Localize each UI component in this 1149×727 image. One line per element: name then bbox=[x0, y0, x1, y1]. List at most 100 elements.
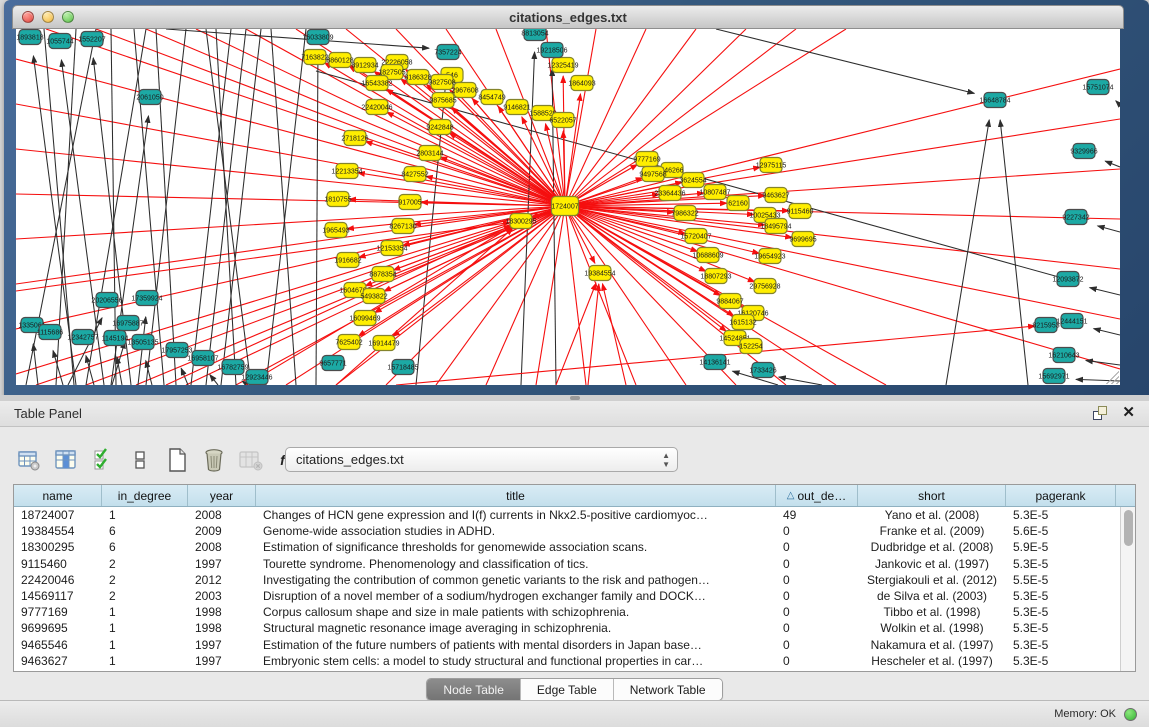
cell[interactable]: 0 bbox=[776, 605, 858, 619]
cell[interactable]: Structural magnetic resonance image aver… bbox=[256, 621, 776, 635]
cell[interactable]: 2008 bbox=[188, 540, 256, 554]
cell[interactable]: 1998 bbox=[188, 605, 256, 619]
close-panel-icon[interactable]: ✕ bbox=[1122, 405, 1135, 421]
cell[interactable]: Dudbridge et al. (2008) bbox=[858, 540, 1006, 554]
column-header-title[interactable]: title bbox=[256, 485, 776, 506]
show-columns-icon[interactable] bbox=[53, 447, 79, 473]
cell[interactable]: 5.6E-5 bbox=[1006, 524, 1116, 538]
cell[interactable]: 14569117 bbox=[14, 589, 102, 603]
select-rows-icon[interactable] bbox=[90, 447, 116, 473]
column-header-year[interactable]: year bbox=[188, 485, 256, 506]
table-row[interactable]: 977716911998Corpus callosum shape and si… bbox=[14, 604, 1120, 620]
cell[interactable]: Nakamura et al. (1997) bbox=[858, 638, 1006, 652]
cell[interactable]: Jankovic et al. (1997) bbox=[858, 557, 1006, 571]
cell[interactable]: 1997 bbox=[188, 654, 256, 668]
cell[interactable]: 9699695 bbox=[14, 621, 102, 635]
table-row[interactable]: 946362711997Embryonic stem cells: a mode… bbox=[14, 653, 1120, 669]
scrollbar-thumb[interactable] bbox=[1124, 510, 1133, 546]
cell[interactable]: 5.3E-5 bbox=[1006, 621, 1116, 635]
cell[interactable]: 0 bbox=[776, 557, 858, 571]
tab-network-table[interactable]: Network Table bbox=[614, 679, 722, 700]
cell[interactable]: Genome-wide association studies in ADHD. bbox=[256, 524, 776, 538]
cell[interactable]: 22420046 bbox=[14, 573, 102, 587]
cell[interactable]: 2 bbox=[102, 589, 188, 603]
cell[interactable]: 1 bbox=[102, 638, 188, 652]
row-height-icon[interactable] bbox=[127, 447, 153, 473]
cell[interactable]: 0 bbox=[776, 540, 858, 554]
cell[interactable]: 2 bbox=[102, 557, 188, 571]
table-settings-icon[interactable] bbox=[16, 447, 42, 473]
vertical-scrollbar[interactable] bbox=[1120, 507, 1135, 671]
cell[interactable]: 9115460 bbox=[14, 557, 102, 571]
cell[interactable]: 19384554 bbox=[14, 524, 102, 538]
split-grip-icon[interactable] bbox=[570, 396, 580, 400]
cell[interactable]: 1 bbox=[102, 508, 188, 522]
cell[interactable]: Investigating the contribution of common… bbox=[256, 573, 776, 587]
cell[interactable]: 5.3E-5 bbox=[1006, 589, 1116, 603]
cell[interactable]: 6 bbox=[102, 524, 188, 538]
column-header-pagerank[interactable]: pagerank bbox=[1006, 485, 1116, 506]
cell[interactable]: Tourette syndrome. Phenomenology and cla… bbox=[256, 557, 776, 571]
cell[interactable]: 1998 bbox=[188, 621, 256, 635]
table-row[interactable]: 1830029562008Estimation of significance … bbox=[14, 539, 1120, 555]
table-row[interactable]: 946554611997Estimation of the future num… bbox=[14, 637, 1120, 653]
cell[interactable]: 5.9E-5 bbox=[1006, 540, 1116, 554]
table-selector[interactable]: citations_edges.txt ▲▼ bbox=[285, 447, 678, 472]
cell[interactable]: Stergiakouli et al. (2012) bbox=[858, 573, 1006, 587]
cell[interactable]: Embryonic stem cells: a model to study s… bbox=[256, 654, 776, 668]
table-row[interactable]: 911546021997Tourette syndrome. Phenomeno… bbox=[14, 556, 1120, 572]
float-window-icon[interactable] bbox=[1092, 405, 1108, 421]
cell[interactable]: Estimation of the future numbers of pati… bbox=[256, 638, 776, 652]
cell[interactable]: 0 bbox=[776, 621, 858, 635]
column-header-short[interactable]: short bbox=[858, 485, 1006, 506]
cell[interactable]: 5.3E-5 bbox=[1006, 605, 1116, 619]
network-canvas[interactable]: 7163822886012889129342222605818275055469… bbox=[16, 29, 1120, 385]
cell[interactable]: Wolkin et al. (1998) bbox=[858, 621, 1006, 635]
tab-node-table[interactable]: Node Table bbox=[427, 679, 521, 700]
cell[interactable]: 18300295 bbox=[14, 540, 102, 554]
cell[interactable]: 5.3E-5 bbox=[1006, 508, 1116, 522]
cell[interactable]: 1 bbox=[102, 605, 188, 619]
cell[interactable]: 2 bbox=[102, 573, 188, 587]
cell[interactable]: de Silva et al. (2003) bbox=[858, 589, 1006, 603]
column-header-out_de[interactable]: △out_de… bbox=[776, 485, 858, 506]
cell[interactable]: Tibbo et al. (1998) bbox=[858, 605, 1006, 619]
table-row[interactable]: 969969511998Structural magnetic resonanc… bbox=[14, 620, 1120, 636]
table-row[interactable]: 1872400712008Changes of HCN gene express… bbox=[14, 507, 1120, 523]
column-header-name[interactable]: name bbox=[14, 485, 102, 506]
table-row[interactable]: 1456911722003Disruption of a novel membe… bbox=[14, 588, 1120, 604]
cell[interactable]: 1997 bbox=[188, 557, 256, 571]
cell[interactable]: Changes of HCN gene expression and I(f) … bbox=[256, 508, 776, 522]
table-row[interactable]: 2242004622012Investigating the contribut… bbox=[14, 572, 1120, 588]
cell[interactable]: 5.3E-5 bbox=[1006, 654, 1116, 668]
cell[interactable]: 9777169 bbox=[14, 605, 102, 619]
cell[interactable]: Yano et al. (2008) bbox=[858, 508, 1006, 522]
cell[interactable]: Estimation of significance thresholds fo… bbox=[256, 540, 776, 554]
tab-edge-table[interactable]: Edge Table bbox=[521, 679, 614, 700]
cell[interactable]: 1 bbox=[102, 654, 188, 668]
cell[interactable]: 9465546 bbox=[14, 638, 102, 652]
cell[interactable]: 2009 bbox=[188, 524, 256, 538]
network-window-titlebar[interactable]: citations_edges.txt bbox=[12, 5, 1124, 29]
cell[interactable]: 0 bbox=[776, 573, 858, 587]
cell[interactable]: 2008 bbox=[188, 508, 256, 522]
table-row[interactable]: 1938455462009Genome-wide association stu… bbox=[14, 523, 1120, 539]
cell[interactable]: 1 bbox=[102, 621, 188, 635]
cell[interactable]: Disruption of a novel member of a sodium… bbox=[256, 589, 776, 603]
resize-grip-icon[interactable] bbox=[1105, 370, 1119, 384]
cell[interactable]: Corpus callosum shape and size in male p… bbox=[256, 605, 776, 619]
cell[interactable]: 6 bbox=[102, 540, 188, 554]
cell[interactable]: 5.5E-5 bbox=[1006, 573, 1116, 587]
cell[interactable]: 9463627 bbox=[14, 654, 102, 668]
cell[interactable]: Hescheler et al. (1997) bbox=[858, 654, 1006, 668]
cell[interactable]: 2003 bbox=[188, 589, 256, 603]
cell[interactable]: 0 bbox=[776, 654, 858, 668]
column-header-in_degree[interactable]: in_degree bbox=[102, 485, 188, 506]
cell[interactable]: 0 bbox=[776, 638, 858, 652]
cell[interactable]: 0 bbox=[776, 524, 858, 538]
cell[interactable]: 5.3E-5 bbox=[1006, 557, 1116, 571]
cell[interactable]: 18724007 bbox=[14, 508, 102, 522]
cell[interactable]: 2012 bbox=[188, 573, 256, 587]
cell[interactable]: 1997 bbox=[188, 638, 256, 652]
delete-table-icon[interactable] bbox=[201, 447, 227, 473]
